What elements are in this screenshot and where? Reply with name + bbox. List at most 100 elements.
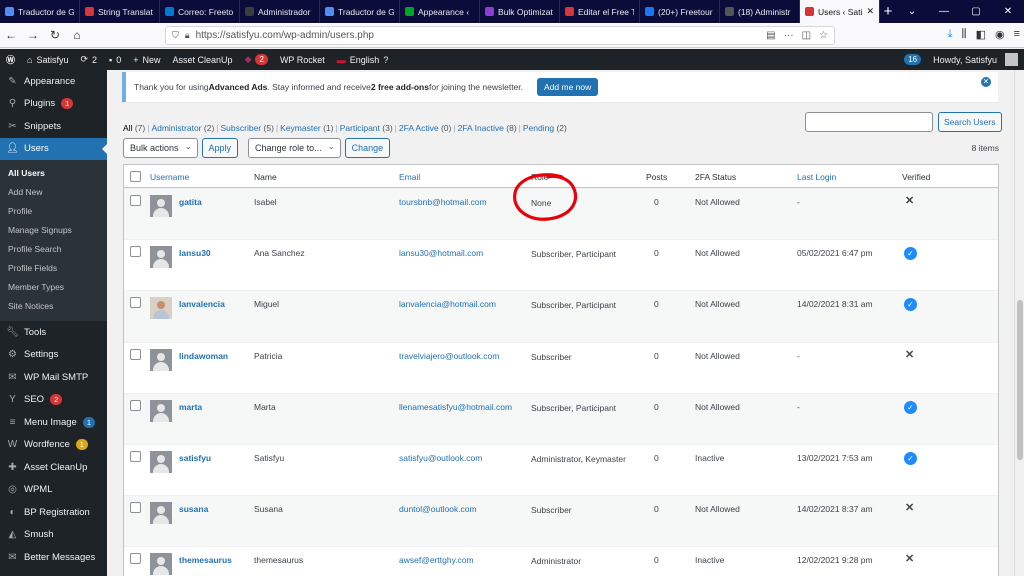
column-last-login[interactable]: Last Login [797, 172, 836, 182]
email-link[interactable]: toursbnb@hotmail.com [399, 197, 487, 207]
dismiss-notice-icon[interactable]: ✕ [981, 77, 991, 87]
row-checkbox[interactable] [130, 297, 141, 309]
new-tab-button[interactable]: + [880, 0, 896, 23]
wp-rocket-link[interactable]: WP Rocket [274, 49, 331, 70]
browser-tab[interactable]: Appearance ‹ [400, 0, 480, 23]
email-link[interactable]: duntol@outlook.com [399, 504, 477, 514]
download-icon[interactable]: ⤓ [948, 28, 953, 41]
lock-icon[interactable]: 🔒︎ [185, 30, 190, 41]
account-icon[interactable]: ◉ [995, 28, 1005, 41]
forward-icon[interactable]: → [22, 28, 44, 42]
filter-link[interactable]: All [123, 123, 132, 133]
filter-link[interactable]: Keymaster [280, 123, 321, 133]
notification-count-link[interactable]: 16 [898, 49, 927, 70]
filter-link[interactable]: 2FA Inactive [458, 123, 504, 133]
row-checkbox[interactable] [130, 246, 141, 258]
submenu-item-all-users[interactable]: All Users [0, 163, 107, 182]
browser-tab[interactable]: Editar el Free T [560, 0, 640, 23]
row-checkbox[interactable] [130, 195, 141, 206]
browser-tab[interactable]: Users ‹ Sati ✕ [800, 0, 880, 23]
add-me-now-button[interactable]: Add me now [537, 78, 599, 96]
sidebar-item-wordfence[interactable]: W Wordfence 1 [0, 434, 107, 457]
bookmark-star-icon[interactable]: ☆ [819, 30, 828, 41]
sidebar-item-better-messages[interactable]: ✉ Better Messages [0, 546, 107, 569]
column-email[interactable]: Email [399, 172, 420, 182]
email-link[interactable]: lansu30@hotmail.com [399, 248, 483, 258]
search-users-input[interactable] [805, 112, 933, 132]
username-link[interactable]: lansu30 [179, 248, 211, 258]
row-checkbox[interactable] [130, 502, 141, 514]
submenu-item-profile-fields[interactable]: Profile Fields [0, 258, 107, 277]
updates-link[interactable]: ⟳ 2 [74, 49, 103, 70]
username-link[interactable]: satisfyu [179, 453, 211, 463]
asset-cleanup-link[interactable]: Asset CleanUp [167, 49, 239, 70]
sidebar-item-wp-mail-smtp[interactable]: ✉ WP Mail SMTP [0, 366, 107, 389]
url-text[interactable]: https://satisfyu.com/wp-admin/users.php [196, 30, 761, 41]
sidebar-item-asset-cleanup[interactable]: ✚ Asset CleanUp [0, 456, 107, 479]
sidebar-item-wpml[interactable]: ◎ WPML [0, 479, 107, 502]
close-icon[interactable]: ✕ [992, 0, 1024, 23]
scrollbar-thumb[interactable] [1017, 300, 1023, 460]
sidebar-item-appearance[interactable]: ✎ Appearance [0, 70, 107, 93]
browser-tab[interactable]: Correo: Freeto [160, 0, 240, 23]
browser-tab[interactable]: (20+) Freetour [640, 0, 720, 23]
pocket-icon[interactable]: ◫ [802, 30, 811, 41]
chevron-down-icon[interactable]: ⌄ [896, 0, 928, 23]
page-actions-icon[interactable]: ··· [784, 30, 794, 41]
email-link[interactable]: satisfyu@outlook.com [399, 453, 482, 463]
bulk-actions-select[interactable]: Bulk actions ⌄ [123, 138, 198, 158]
sidebar-item-bp-registration[interactable]: ◐ BP Registration [0, 501, 107, 524]
apply-button[interactable]: Apply [201, 138, 239, 158]
maximize-icon[interactable]: ▢ [960, 0, 992, 23]
filter-link[interactable]: Subscriber [221, 123, 262, 133]
change-role-button[interactable]: Change [344, 138, 391, 158]
reload-icon[interactable]: ↻ [44, 28, 66, 42]
filter-link[interactable]: Pending [523, 123, 554, 133]
url-bar[interactable]: ⛉ 🔒︎ https://satisfyu.com/wp-admin/users… [165, 26, 835, 45]
row-checkbox[interactable] [130, 348, 141, 360]
sidebar-item-smush[interactable]: ◭ Smush [0, 524, 107, 547]
username-link[interactable]: susana [179, 504, 208, 514]
page-scrollbar[interactable] [1014, 70, 1024, 576]
notifications-link[interactable]: ◆ 2 [239, 49, 274, 70]
language-switcher[interactable]: ▬ English ? [331, 49, 395, 70]
search-users-button[interactable]: Search Users [938, 112, 1002, 132]
row-checkbox[interactable] [130, 553, 141, 565]
close-tab-icon[interactable]: ✕ [866, 6, 874, 17]
filter-link[interactable]: Administrator [151, 123, 201, 133]
home-icon[interactable]: ⌂ [66, 28, 88, 42]
sidebar-item-snippets[interactable]: ✂ Snippets [0, 115, 107, 138]
submenu-item-member-types[interactable]: Member Types [0, 277, 107, 296]
username-link[interactable]: lanvalencia [179, 299, 225, 309]
submenu-item-add-new[interactable]: Add New [0, 182, 107, 201]
reader-view-icon[interactable]: ▤ [766, 30, 775, 41]
column-username[interactable]: Username [150, 172, 189, 182]
browser-tab[interactable]: String Translat [80, 0, 160, 23]
wordpress-logo-icon[interactable]: Ⓦ [0, 49, 21, 70]
sidebar-item-menu-image[interactable]: ≡ Menu Image 1 [0, 411, 107, 434]
row-checkbox[interactable] [130, 399, 141, 411]
username-link[interactable]: gatita [179, 197, 202, 207]
row-checkbox[interactable] [130, 450, 141, 462]
sidebar-item-users[interactable]: 👤︎ Users [0, 137, 107, 160]
sidebar-item-seo[interactable]: Y SEO 2 [0, 389, 107, 412]
sidebar-toggle-icon[interactable]: ◧ [976, 28, 986, 41]
submenu-item-site-notices[interactable]: Site Notices [0, 296, 107, 315]
new-content-link[interactable]: + New [127, 49, 166, 70]
back-icon[interactable]: ← [0, 28, 22, 42]
my-account-link[interactable]: Howdy, Satisfyu [927, 49, 1024, 70]
minimize-icon[interactable]: — [928, 0, 960, 23]
submenu-item-manage-signups[interactable]: Manage Signups [0, 220, 107, 239]
shield-icon[interactable]: ⛉ [172, 30, 179, 41]
filter-link[interactable]: 2FA Active [399, 123, 439, 133]
library-icon[interactable]: ⫼ [962, 28, 967, 41]
browser-tab[interactable]: Administrador [240, 0, 320, 23]
browser-tab[interactable]: (18) Administr [720, 0, 800, 23]
username-link[interactable]: marta [179, 402, 202, 412]
select-all-checkbox[interactable] [130, 171, 141, 182]
email-link[interactable]: travelviajero@outlook.com [399, 351, 499, 361]
email-link[interactable]: lanvalencia@hotmail.com [399, 299, 496, 309]
sidebar-item-tools[interactable]: 🔧︎ Tools [0, 321, 107, 344]
submenu-item-profile-search[interactable]: Profile Search [0, 239, 107, 258]
browser-tab[interactable]: Traductor de G [320, 0, 400, 23]
